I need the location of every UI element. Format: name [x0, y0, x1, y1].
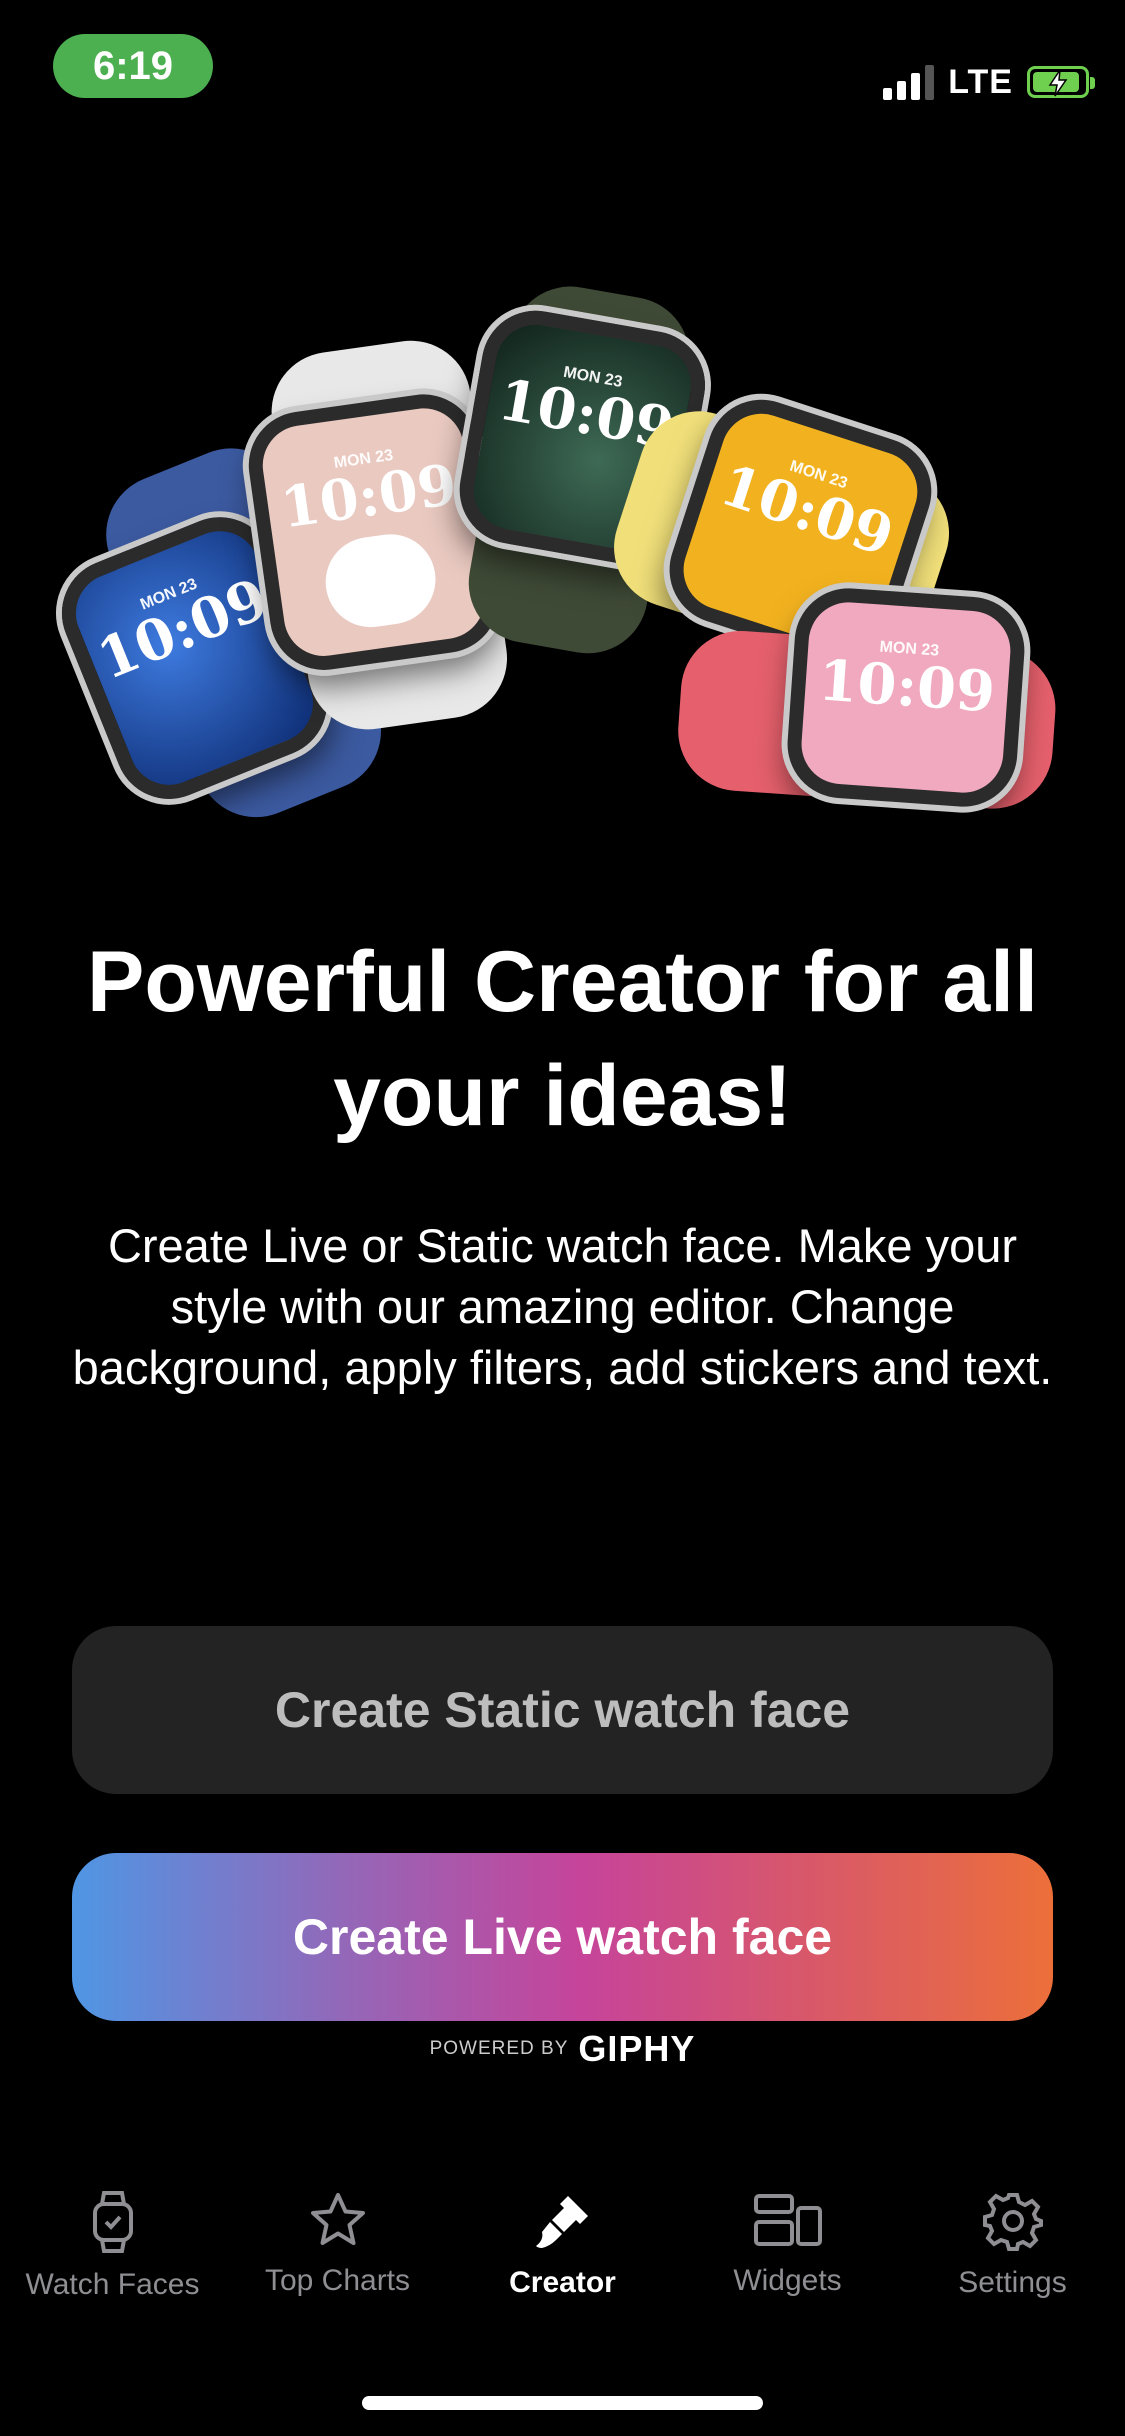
create-static-watch-face-button[interactable]: Create Static watch face [72, 1626, 1053, 1794]
status-time: 6:19 [53, 34, 213, 98]
giphy-logo: GIPHY [578, 2028, 696, 2069]
powered-by-label: POWERED BY [429, 2038, 569, 2059]
tab-top-charts[interactable]: Top Charts [225, 2190, 450, 2340]
page-description: Create Live or Static watch face. Make y… [72, 1219, 1053, 1394]
tab-settings[interactable]: Settings [900, 2190, 1125, 2340]
star-icon [310, 2193, 365, 2245]
watch-image-pink: MON 23 10:09 [671, 567, 1068, 853]
create-live-watch-face-button[interactable]: Create Live watch face [72, 1853, 1053, 2021]
hero-watch-collage: MON 23 10:09 MON 23 10:09 MON 23 10:09 M… [45, 277, 1060, 860]
sheep-sticker [319, 528, 442, 633]
widgets-icon [753, 2194, 822, 2246]
tab-watch-faces[interactable]: Watch Faces [0, 2190, 225, 2340]
brush-icon [535, 2196, 588, 2248]
tab-label: Watch Faces [25, 2268, 200, 2301]
watch-icon [92, 2191, 133, 2253]
battery-charging-icon [1027, 66, 1095, 98]
tab-creator[interactable]: Creator [450, 2190, 675, 2340]
gear-icon [982, 2193, 1043, 2251]
home-indicator[interactable] [362, 2396, 763, 2410]
page-headline: Powerful Creator for all your ideas! [87, 934, 1038, 1144]
network-type: LTE [948, 62, 1013, 101]
tab-widgets[interactable]: Widgets [675, 2190, 900, 2340]
tab-label: Top Charts [264, 2264, 411, 2297]
cellular-signal-icon [883, 64, 935, 100]
tab-bar: Watch Faces Top Charts Creator Widgets S… [0, 2190, 1125, 2340]
tab-label: Widgets [733, 2264, 842, 2297]
status-indicators: LTE [883, 60, 1095, 104]
watch-face-time: 10:09 [816, 647, 998, 726]
watch-face-time: 10:09 [276, 451, 461, 542]
powered-by-giphy: POWERED BY GIPHY [0, 2028, 1125, 2070]
tab-label: Creator [509, 2266, 616, 2299]
status-bar: 6:19 LTE [0, 0, 1125, 130]
tab-label: Settings [958, 2266, 1067, 2299]
